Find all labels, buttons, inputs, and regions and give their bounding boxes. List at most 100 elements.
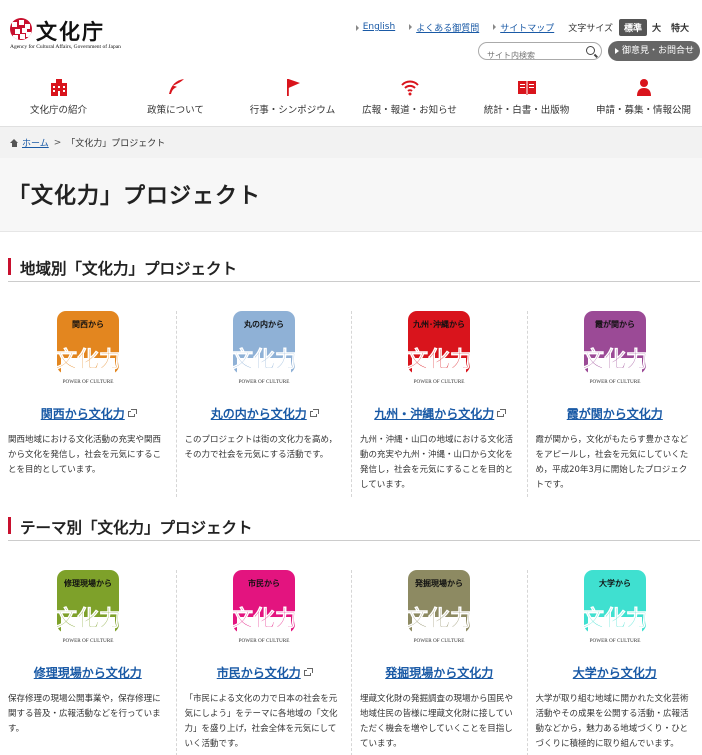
project-logo-caption: 関西から xyxy=(72,319,104,329)
project-card: 関西から 文化力 POWER OF CULTURE 関西から文化力 関西地域における文化… xyxy=(0,311,176,497)
project-description: 霞が関から，文化がもたらす豊かさなどをアピールし，社会を元気にしていくため，平成… xyxy=(535,435,689,490)
project-logo[interactable]: 発掘現場から 文化力 POWER OF CULTURE xyxy=(408,570,471,645)
font-size-xlarge-button[interactable]: 特大 xyxy=(666,19,694,36)
project-description: 大学が取り組む地域に開かれた文化芸術活動やその成果を公開する活動・広報活動などか… xyxy=(535,694,689,749)
inquiry-button[interactable]: 御意見・お問合せ xyxy=(608,41,700,61)
nav-about[interactable]: 文化庁の紹介 xyxy=(0,76,117,120)
font-size-large-button[interactable]: 大 xyxy=(647,19,666,36)
project-logo-tagline: POWER OF CULTURE xyxy=(238,379,289,385)
logo-mark-icon xyxy=(10,18,32,40)
project-logo[interactable]: 修理現場から 文化力 POWER OF CULTURE xyxy=(56,570,119,645)
project-logo[interactable]: 市民から文化力 POWER OF CULTURE xyxy=(232,570,295,645)
utility-links: English よくある御質問 サイトマップ 文字サイズ 標準 大 特大 xyxy=(355,18,694,36)
project-title-link[interactable]: 霞が関から文化力 xyxy=(528,405,702,422)
font-size-standard-button[interactable]: 標準 xyxy=(618,18,647,36)
nav-label: 文化庁の紹介 xyxy=(29,105,87,116)
project-logo-graphic: 関西から文化力 POWER OF CULTURE xyxy=(56,311,119,385)
section-title: テーマ別「文化力」プロジェクト xyxy=(20,519,253,537)
title-bar: 「文化力」プロジェクト xyxy=(0,158,702,232)
project-logo-word: 文化力 xyxy=(233,606,295,632)
project-card: 市民から 文化力 POWER OF CULTURE 市民から文化力 「市民による文化の力… xyxy=(175,570,352,755)
project-description: 関西地域における文化活動の充実や関西から文化を発信し，社会を元気にすることを目的… xyxy=(8,435,162,475)
project-title-text: 丸の内から文化力 xyxy=(210,407,307,421)
section-heading-theme: テーマ別「文化力」プロジェクト xyxy=(8,515,700,541)
project-logo-graphic: 修理現場から文化力 POWER OF CULTURE xyxy=(56,570,119,644)
link-faq[interactable]: よくある御質問 xyxy=(409,21,479,34)
project-logo-tagline: POWER OF CULTURE xyxy=(414,379,465,385)
logo-text: 文化庁 xyxy=(36,19,105,44)
section-title: 地域別「文化力」プロジェクト xyxy=(20,260,238,278)
project-description: 九州・沖縄・山口の地域における文化活動の充実や九州・沖縄・山口から文化を発信し，… xyxy=(360,435,514,490)
link-english[interactable]: English xyxy=(355,22,395,32)
home-icon xyxy=(10,138,19,147)
nav-publications[interactable]: 統計・白書・出版物 xyxy=(468,76,585,120)
breadcrumb: ホーム > 「文化力」プロジェクト xyxy=(0,126,702,158)
project-logo-word: 文化力 xyxy=(57,606,119,632)
project-card: 発掘現場から 文化力 POWER OF CULTURE 発掘現場から文化力埋蔵文化財の… xyxy=(351,570,527,755)
project-logo-word: 文化力 xyxy=(233,347,295,373)
project-title-link[interactable]: 発掘現場から文化力 xyxy=(352,664,527,681)
project-logo-caption: 修理現場から xyxy=(63,578,112,588)
project-logo-graphic: 丸の内から文化力 POWER OF CULTURE xyxy=(232,311,295,385)
project-title-link[interactable]: 丸の内から文化力 xyxy=(177,405,352,422)
project-logo[interactable]: 関西から 文化力 POWER OF CULTURE xyxy=(56,311,119,386)
search-box xyxy=(478,42,602,60)
project-card: 修理現場から 文化力 POWER OF CULTURE 修理現場から文化力 保存修理の現… xyxy=(0,570,176,755)
project-logo-tagline: POWER OF CULTURE xyxy=(238,638,289,644)
search-icon[interactable] xyxy=(586,46,595,55)
project-title-link[interactable]: 修理現場から文化力 xyxy=(0,664,176,681)
building-icon xyxy=(50,79,67,96)
project-title-link[interactable]: 九州・沖縄から文化力 xyxy=(352,405,527,422)
search-input[interactable] xyxy=(487,51,587,60)
project-logo-caption: 市民から xyxy=(248,578,280,588)
project-card: 九州･沖縄から文化力 POWER OF CULTURE 九州・沖縄から文化力九州・沖… xyxy=(351,311,527,497)
nav-events[interactable]: 行事・シンポジウム xyxy=(234,76,351,120)
link-sitemap[interactable]: サイトマップ xyxy=(493,21,554,34)
external-link-icon xyxy=(309,409,319,417)
site-logo[interactable]: 文化庁 Agency for Cultural Affairs, Governm… xyxy=(10,16,121,52)
nav-label: 統計・白書・出版物 xyxy=(483,105,570,116)
project-logo-graphic: 市民から文化力 POWER OF CULTURE xyxy=(232,570,295,644)
project-title-link[interactable]: 大学から文化力 xyxy=(528,664,702,681)
project-title-text: 大学から文化力 xyxy=(572,666,657,680)
project-logo-word: 文化力 xyxy=(57,347,119,373)
breadcrumb-home-link[interactable]: ホーム xyxy=(22,136,49,149)
quill-icon xyxy=(168,79,184,94)
project-title-text: 霞が関から文化力 xyxy=(566,407,663,421)
person-icon xyxy=(636,79,651,96)
wifi-icon xyxy=(400,80,419,96)
global-nav: 文化庁の紹介 政策について 行事・シンポジウム 広報・報道・お知らせ 統計・白書… xyxy=(0,76,702,120)
project-logo-caption: 丸の内から xyxy=(243,319,284,329)
project-logo-caption: 大学から xyxy=(599,578,631,588)
project-logo-graphic: 九州･沖縄から文化力 POWER OF CULTURE xyxy=(408,311,471,385)
project-description: 埋蔵文化財の発掘調査の現場から国民や地域住民の皆様に埋蔵文化財に接していただく機… xyxy=(360,694,514,749)
project-logo-caption: 九州･沖縄から xyxy=(412,319,465,329)
book-icon xyxy=(517,81,536,95)
project-logo-tagline: POWER OF CULTURE xyxy=(589,379,640,385)
nav-applications[interactable]: 申請・募集・情報公開 xyxy=(585,76,702,120)
project-title-text: 発掘現場から文化力 xyxy=(385,666,494,680)
external-link-icon xyxy=(127,409,137,417)
section-heading-regional: 地域別「文化力」プロジェクト xyxy=(8,256,700,282)
project-logo-caption: 発掘現場から xyxy=(414,578,463,588)
heading-accent-bar xyxy=(8,258,11,275)
project-description: このプロジェクトは街の文化力を高め，その力で社会を元気にする活動です。 xyxy=(184,435,338,460)
project-description: 「市民による文化の力で日本の社会を元気にしよう」をテーマに各地域の「文化力」を盛… xyxy=(184,694,338,749)
project-logo[interactable]: 丸の内から文化力 POWER OF CULTURE xyxy=(232,311,295,386)
project-title-link[interactable]: 関西から文化力 xyxy=(0,405,176,422)
nav-label: 行事・シンポジウム xyxy=(249,105,336,116)
project-card: 丸の内から 文化力 POWER OF CULTURE 丸の内から文化力 このプロジェクト… xyxy=(175,311,352,497)
project-logo[interactable]: 霞が関から 文化力 POWER OF CULTURE xyxy=(583,311,646,386)
project-title-text: 市民から文化力 xyxy=(216,666,301,680)
nav-policy[interactable]: 政策について xyxy=(117,76,234,120)
project-title-link[interactable]: 市民から文化力 xyxy=(177,664,352,681)
project-logo-tagline: POWER OF CULTURE xyxy=(414,638,465,644)
flag-icon xyxy=(286,79,300,96)
project-logo-word: 文化力 xyxy=(408,347,470,373)
project-card: 霞が関から 文化力 POWER OF CULTURE 霞が関から文化力霞が関から，文化… xyxy=(526,311,702,497)
project-logo[interactable]: 大学から 文化力 POWER OF CULTURE xyxy=(583,570,646,645)
project-description: 保存修理の現場公開事業や，保存修理に関する普及・広報活動などを行っています。 xyxy=(8,694,161,734)
nav-news[interactable]: 広報・報道・お知らせ xyxy=(351,76,468,120)
project-logo[interactable]: 九州･沖縄から文化力 POWER OF CULTURE xyxy=(408,311,471,386)
external-link-icon xyxy=(303,668,313,676)
